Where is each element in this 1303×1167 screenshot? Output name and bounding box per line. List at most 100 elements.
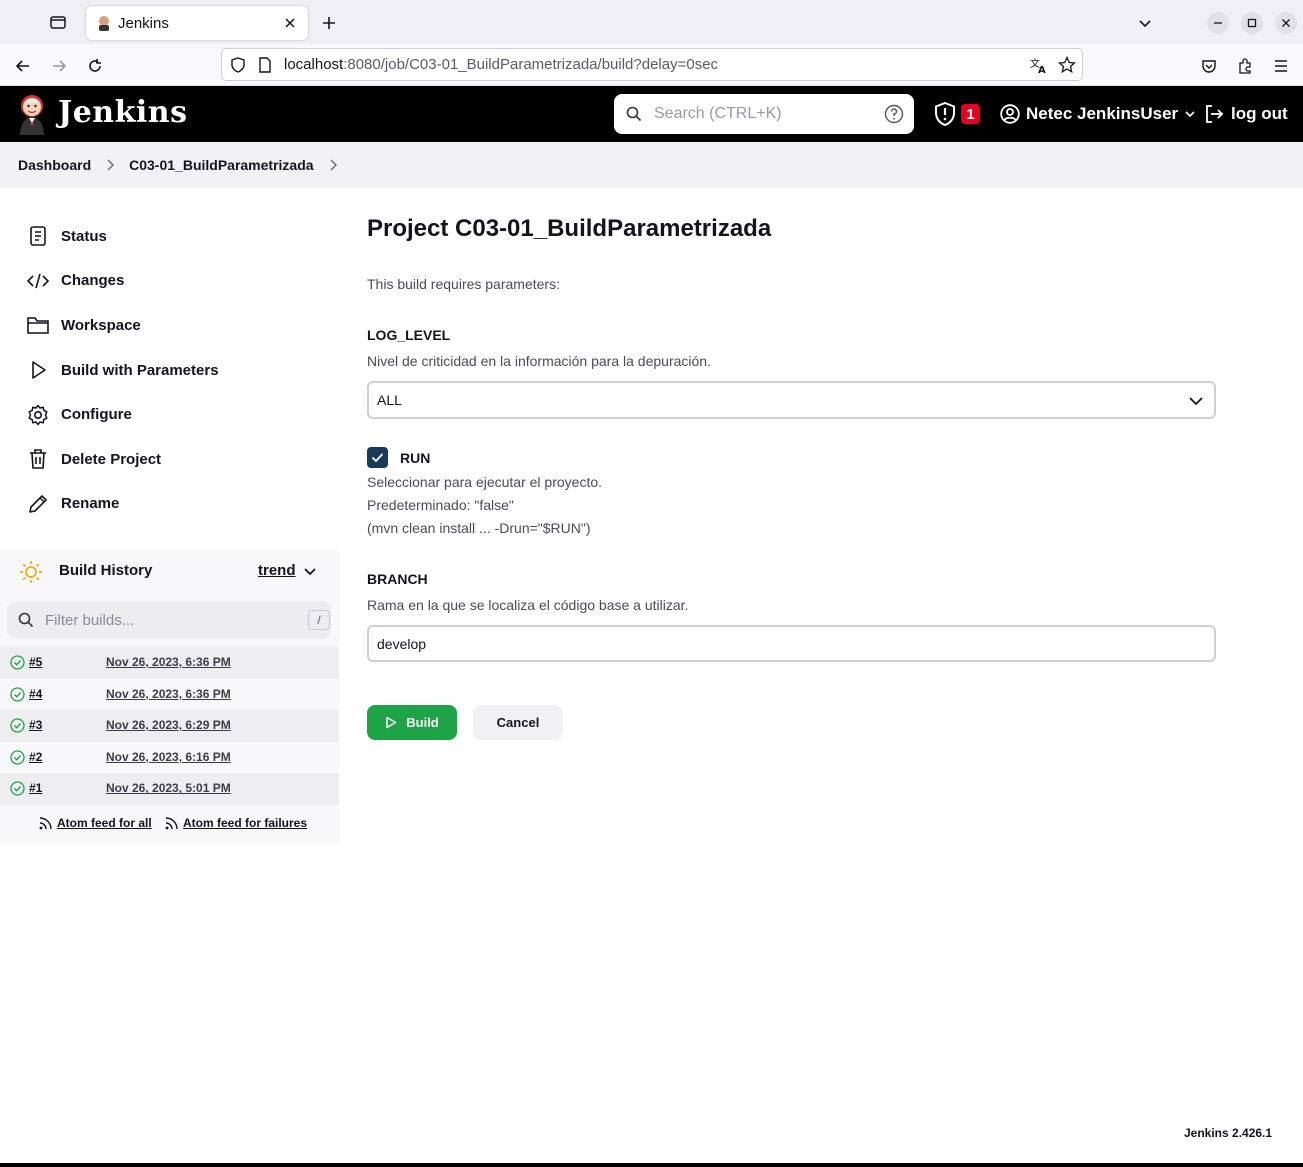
sidebar-item-configure[interactable]: Configure	[0, 392, 339, 437]
pencil-icon	[27, 493, 49, 515]
logout-label: log out	[1231, 104, 1288, 123]
user-menu[interactable]: Netec JenkinsUser	[1000, 102, 1196, 126]
new-tab-plus-icon[interactable]	[318, 12, 340, 34]
param-name-log-level: LOG_LEVEL	[367, 327, 451, 343]
build-number-link[interactable]: #4	[29, 687, 42, 701]
browser-tab-bar: Jenkins	[0, 0, 1303, 44]
sidebar-item-label: Build with Parameters	[61, 361, 219, 379]
atom-feed-all-link[interactable]: Atom feed for all	[39, 816, 152, 830]
notepad-icon	[27, 225, 49, 247]
chevron-right-icon	[105, 159, 115, 171]
build-date-link[interactable]: Nov 26, 2023, 6:36 PM	[106, 655, 231, 669]
minimize-icon[interactable]	[1207, 12, 1229, 34]
jenkins-logo-icon[interactable]	[16, 93, 48, 135]
param-name-run[interactable]: RUN	[400, 450, 430, 466]
browser-tab-jenkins[interactable]: Jenkins	[86, 6, 308, 40]
success-check-icon	[10, 686, 25, 702]
sidebar-item-label: Delete Project	[61, 450, 162, 468]
build-number-link[interactable]: #2	[29, 750, 42, 764]
sidebar-item-status[interactable]: Status	[0, 214, 339, 259]
search-icon	[626, 106, 642, 122]
logout-icon	[1206, 105, 1224, 123]
build-number-link[interactable]: #5	[29, 655, 42, 669]
atom-feeds: Atom feed for all Atom feed for failures	[0, 812, 339, 836]
param-name-branch: BRANCH	[367, 571, 428, 587]
translate-icon[interactable]: 文A	[1030, 56, 1048, 74]
sidebar-item-changes[interactable]: Changes	[0, 259, 339, 304]
trend-link[interactable]: trend	[258, 562, 296, 579]
breadcrumb-project[interactable]: C03-01_BuildParametrizada	[129, 157, 313, 173]
chevron-right-icon[interactable]	[328, 159, 338, 171]
close-icon[interactable]	[282, 15, 298, 31]
code-icon	[27, 270, 49, 292]
filter-builds-input[interactable]	[45, 610, 285, 630]
jenkins-favicon-icon	[99, 16, 109, 31]
shield-alert-icon	[935, 102, 955, 126]
maximize-icon[interactable]	[1241, 12, 1263, 34]
sidebar-item-label: Changes	[61, 272, 125, 290]
breadcrumb-dashboard[interactable]: Dashboard	[18, 157, 91, 173]
cancel-button[interactable]: Cancel	[473, 705, 563, 740]
reload-icon[interactable]	[82, 53, 108, 79]
param-description-run: Seleccionar para ejecutar el proyecto. P…	[367, 474, 603, 536]
sun-icon	[20, 561, 42, 583]
cancel-button-label: Cancel	[496, 715, 540, 730]
tab-title: Jenkins	[118, 14, 169, 32]
success-check-icon	[10, 655, 25, 670]
rss-icon	[39, 816, 52, 829]
run-checkbox[interactable]	[367, 447, 388, 468]
branch-input[interactable]	[367, 625, 1216, 662]
build-history-panel: Build History trend / #5 Nov 26, 2023, 6…	[0, 550, 339, 843]
url-bar[interactable]: localhost:8080/job/C03-01_BuildParametri…	[221, 48, 1083, 81]
sidebar-item-build-with-parameters[interactable]: Build with Parameters	[0, 348, 339, 393]
tab-list-icon[interactable]	[44, 8, 72, 36]
page-icon[interactable]	[256, 56, 274, 74]
sidebar-item-rename[interactable]: Rename	[0, 482, 339, 527]
logout-link[interactable]: log out	[1204, 102, 1288, 126]
forward-arrow-icon[interactable]	[46, 53, 72, 79]
param-description-log-level: Nivel de criticidad en la información pa…	[367, 353, 711, 369]
window-close-icon[interactable]	[1275, 12, 1297, 34]
chevron-down-icon	[1189, 397, 1203, 406]
build-date-link[interactable]: Nov 26, 2023, 6:29 PM	[106, 718, 231, 732]
chevron-down-icon[interactable]	[1134, 12, 1156, 34]
jenkins-version-link[interactable]: Jenkins 2.426.1	[1184, 1126, 1272, 1140]
build-date-link[interactable]: Nov 26, 2023, 5:01 PM	[106, 781, 231, 795]
build-number-link[interactable]: #3	[29, 718, 42, 732]
security-alert-button[interactable]: 1	[934, 102, 980, 126]
atom-feed-failures-link[interactable]: Atom feed for failures	[165, 816, 307, 830]
filter-builds-box[interactable]: /	[7, 601, 331, 639]
success-check-icon	[10, 750, 25, 765]
build-row: #5 Nov 26, 2023, 6:36 PM	[0, 647, 339, 679]
hamburger-menu-icon[interactable]	[1268, 53, 1294, 79]
build-number-link[interactable]: #1	[29, 781, 42, 795]
chevron-down-icon[interactable]	[303, 564, 317, 578]
jenkins-header: Jenkins 1 Netec JenkinsUser log out	[0, 86, 1303, 142]
build-date-link[interactable]: Nov 26, 2023, 6:36 PM	[106, 687, 231, 701]
checkmark-icon	[371, 453, 384, 463]
shield-icon[interactable]	[229, 56, 247, 74]
jenkins-brand[interactable]: Jenkins	[58, 95, 187, 130]
extensions-icon[interactable]	[1232, 53, 1258, 79]
sidebar-item-delete-project[interactable]: Delete Project	[0, 437, 339, 482]
bookmark-star-icon[interactable]	[1058, 56, 1076, 74]
build-row: #2 Nov 26, 2023, 6:16 PM	[0, 742, 339, 774]
build-list: #5 Nov 26, 2023, 6:36 PM #4 Nov 26, 2023…	[0, 647, 339, 805]
search-box[interactable]	[614, 94, 914, 134]
back-arrow-icon[interactable]	[10, 53, 36, 79]
search-icon	[18, 612, 34, 628]
build-button-label: Build	[406, 715, 439, 730]
build-button[interactable]: Build	[367, 705, 457, 740]
search-input[interactable]	[654, 102, 874, 126]
pocket-icon[interactable]	[1196, 53, 1222, 79]
log-level-selected-value: ALL	[377, 392, 402, 408]
help-icon[interactable]	[884, 104, 904, 124]
play-icon	[386, 716, 397, 729]
user-name: Netec JenkinsUser	[1026, 104, 1179, 123]
build-row: #3 Nov 26, 2023, 6:29 PM	[0, 710, 339, 742]
user-icon	[1000, 104, 1020, 124]
log-level-select[interactable]: ALL	[367, 381, 1216, 419]
sidebar-item-workspace[interactable]: Workspace	[0, 303, 339, 348]
url-text: localhost:8080/job/C03-01_BuildParametri…	[284, 56, 719, 73]
build-date-link[interactable]: Nov 26, 2023, 6:16 PM	[106, 750, 231, 764]
